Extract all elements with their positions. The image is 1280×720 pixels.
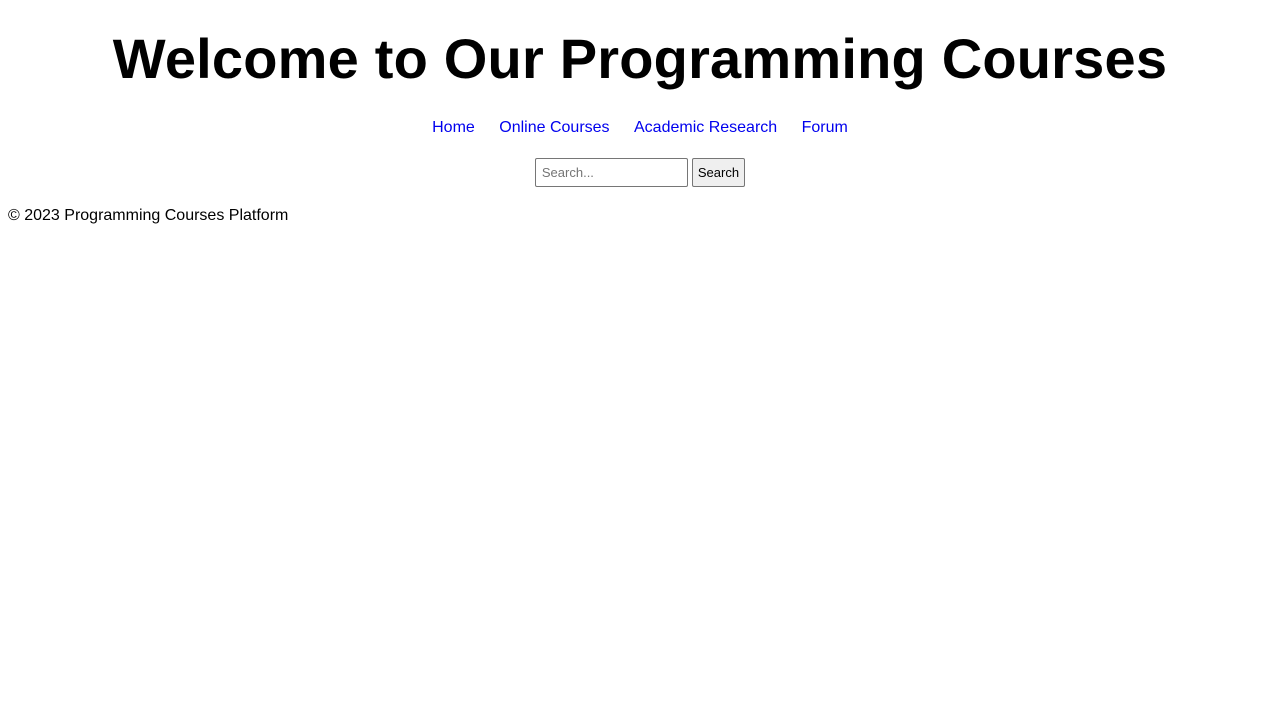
search-button[interactable]: Search — [691, 158, 746, 187]
nav-link-forum[interactable]: Forum — [802, 119, 848, 136]
search-input[interactable] — [534, 158, 688, 187]
main-nav: Home Online Courses Academic Research Fo… — [0, 117, 1280, 139]
page-title: Welcome to Our Programming Courses — [112, 27, 1168, 90]
footer-copyright: © 2023 Programming Courses Platform — [8, 207, 289, 224]
nav-link-online-courses[interactable]: Online Courses — [499, 119, 609, 136]
search-form: Search — [0, 158, 1280, 187]
nav-link-academic-research[interactable]: Academic Research — [634, 119, 777, 136]
page: Welcome to Our Programming Courses Home … — [0, 0, 1280, 720]
nav-link-home[interactable]: Home — [432, 119, 475, 136]
